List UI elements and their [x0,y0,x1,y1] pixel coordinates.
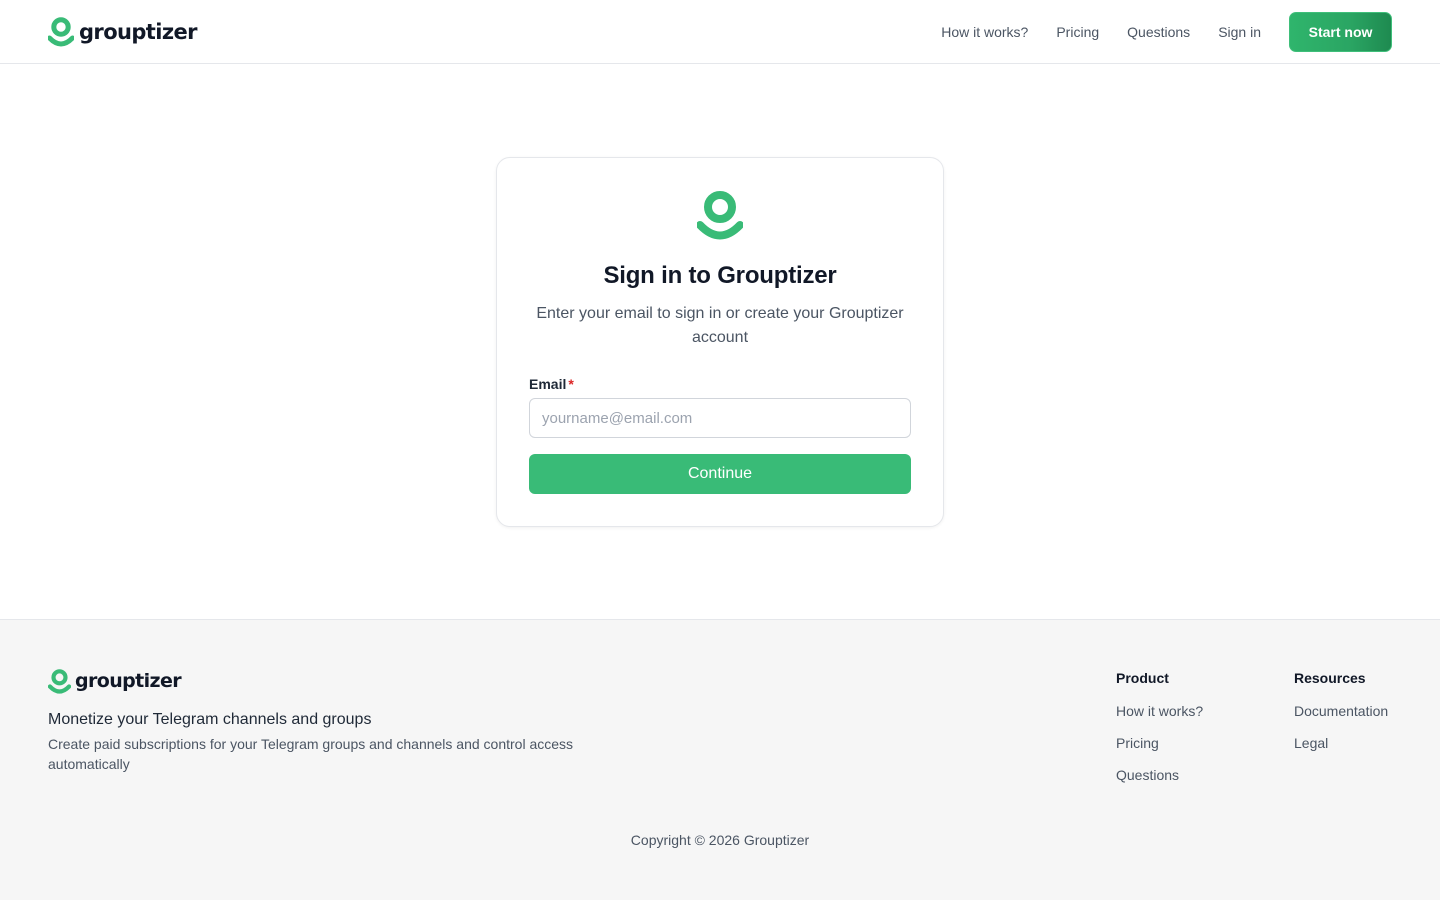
brand-logo-link[interactable]: grouptizer [48,17,197,47]
footer-resources-column: Resources Documentation Legal [1294,670,1388,766]
footer-link-how-it-works[interactable]: How it works? [1116,702,1203,720]
site-footer: grouptizer Monetize your Telegram channe… [0,619,1440,900]
nav-how-it-works[interactable]: How it works? [941,12,1028,52]
footer-resources-title: Resources [1294,670,1366,686]
footer-brand-name: grouptizer [75,670,182,692]
email-label-text: Email [529,376,567,392]
sign-in-card: Sign in to Grouptizer Enter your email t… [496,157,944,527]
sign-in-subtitle: Enter your email to sign in or create yo… [536,305,904,346]
sign-in-title: Sign in to Grouptizer [603,262,837,289]
footer-description: Create paid subscriptions for your Teleg… [48,736,574,772]
footer-tagline: Monetize your Telegram channels and grou… [48,711,372,728]
footer-link-pricing[interactable]: Pricing [1116,734,1203,752]
footer-link-documentation[interactable]: Documentation [1294,702,1388,720]
brand-name: grouptizer [79,20,197,44]
main-nav: How it works? Pricing Questions Sign in … [941,12,1392,52]
nav-questions[interactable]: Questions [1127,12,1190,52]
nav-pricing[interactable]: Pricing [1056,12,1099,52]
email-input[interactable] [529,398,911,438]
footer-link-legal[interactable]: Legal [1294,734,1388,752]
footer-brand-logo[interactable]: grouptizer [48,667,182,695]
person-pin-icon [48,668,71,694]
site-header: grouptizer How it works? Pricing Questio… [0,0,1440,64]
person-pin-icon [48,17,74,47]
footer-product-title: Product [1116,670,1169,686]
continue-button[interactable]: Continue [529,454,911,494]
footer-product-column: Product How it works? Pricing Questions [1116,670,1203,798]
email-label: Email * [529,376,574,392]
person-pin-icon [697,191,743,240]
nav-sign-in[interactable]: Sign in [1218,12,1261,52]
required-mark: * [568,376,574,392]
start-now-button[interactable]: Start now [1289,12,1392,52]
footer-link-questions[interactable]: Questions [1116,766,1203,784]
copyright-text: Copyright © 2026 Grouptizer [630,832,810,848]
